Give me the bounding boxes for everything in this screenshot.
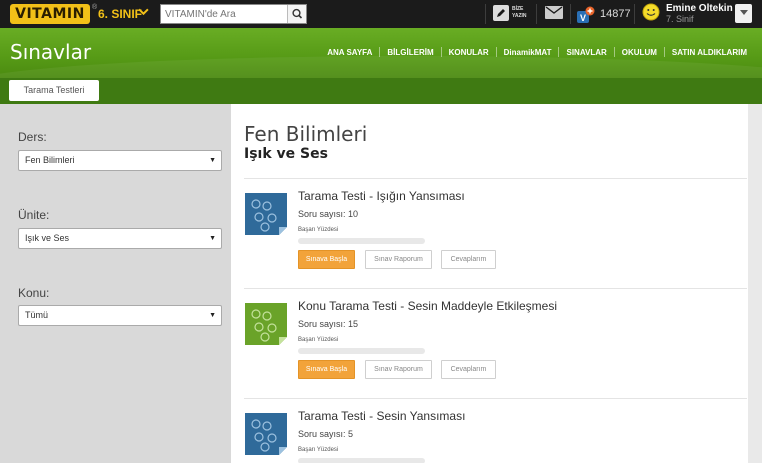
success-progress-bar — [298, 238, 425, 244]
search-input[interactable] — [161, 5, 288, 23]
success-label: Başarı Yüzdesi — [298, 447, 339, 453]
test-card: Tarama Testi - Işığın Yansıması Soru say… — [244, 186, 747, 286]
tab-bar: Tarama Testleri — [0, 78, 762, 104]
pencil-icon[interactable] — [493, 5, 509, 21]
subject-title: Fen Bilimleri — [244, 122, 368, 146]
topbar-divider — [485, 4, 486, 24]
konu-label: Konu: — [18, 286, 50, 300]
unit-title: Işık ve Ses — [244, 146, 328, 162]
question-count: Soru sayısı: 5 — [298, 429, 354, 439]
ders-label: Ders: — [18, 130, 47, 144]
konu-select[interactable]: Tümü ▼ — [18, 305, 222, 326]
top-bar: VITAMIN ® 6. SINIF BİZE YAZIN V 14877 — [0, 0, 762, 28]
page-gutter — [748, 104, 762, 463]
user-grade: 7. Sinif — [666, 14, 694, 24]
konu-select-value: Tümü — [25, 310, 49, 320]
test-sheet-icon — [245, 303, 287, 345]
success-progress-bar — [298, 348, 425, 354]
nav-item-dinamikmat[interactable]: DinamikMAT — [497, 48, 559, 57]
unite-label: Ünite: — [18, 208, 50, 222]
smiley-avatar-icon[interactable] — [642, 3, 660, 21]
exam-report-button[interactable]: Sınav Raporum — [365, 360, 432, 379]
test-title[interactable]: Tarama Testi - Sesin Yansıması — [298, 409, 465, 423]
mail-icon[interactable] — [545, 6, 563, 19]
search-button[interactable] — [287, 5, 306, 23]
test-sheet-icon — [245, 193, 287, 235]
nav-item-home[interactable]: ANA SAYFA — [320, 48, 379, 57]
main-nav: ANA SAYFA BİLGİLERİM KONULAR DinamikMAT … — [320, 47, 754, 57]
topbar-divider — [634, 4, 635, 24]
answers-button[interactable]: Cevaplarım — [441, 250, 496, 269]
ders-select[interactable]: Fen Bilimleri ▼ — [18, 150, 222, 171]
test-title[interactable]: Konu Tarama Testi - Sesin Maddeyle Etkil… — [298, 299, 557, 313]
test-sheet-icon — [245, 413, 287, 455]
vitamin-logo[interactable]: VITAMIN — [10, 4, 90, 24]
search-icon — [292, 8, 303, 19]
unite-select[interactable]: Işık ve Ses ▼ — [18, 228, 222, 249]
success-progress-bar — [298, 458, 425, 463]
divider — [244, 288, 747, 289]
unite-select-value: Işık ve Ses — [25, 233, 70, 243]
divider — [244, 398, 747, 399]
main-content: Fen Bilimleri Işık ve Ses Tarama Testi -… — [231, 104, 748, 463]
header-decoration — [0, 56, 762, 78]
points-icon: V — [577, 6, 595, 23]
filter-sidebar: Ders: Fen Bilimleri ▼ Ünite: Işık ve Ses… — [0, 104, 231, 463]
success-label: Başarı Yüzdesi — [298, 227, 339, 233]
nav-item-exams[interactable]: SINAVLAR — [559, 48, 613, 57]
caret-down-icon — [739, 10, 748, 15]
caret-down-icon: ▼ — [209, 312, 216, 319]
search-box — [160, 4, 307, 24]
tab-tarama-testleri[interactable]: Tarama Testleri — [9, 80, 99, 101]
registered-mark: ® — [92, 4, 98, 11]
topbar-divider — [570, 4, 571, 24]
topbar-divider — [536, 4, 537, 24]
caret-down-icon: ▼ — [209, 235, 216, 242]
points-count: 14877 — [600, 8, 631, 20]
nav-item-school[interactable]: OKULUM — [615, 48, 664, 57]
nav-item-profile[interactable]: BİLGİLERİM — [380, 48, 440, 57]
svg-text:V: V — [580, 13, 586, 23]
divider — [244, 178, 747, 179]
question-count: Soru sayısı: 15 — [298, 319, 359, 329]
test-card: Konu Tarama Testi - Sesin Maddeyle Etkil… — [244, 296, 747, 396]
ders-select-value: Fen Bilimleri — [25, 155, 75, 165]
nav-item-topics[interactable]: KONULAR — [442, 48, 496, 57]
chevron-down-icon[interactable] — [138, 6, 149, 20]
question-count: Soru sayısı: 10 — [298, 209, 359, 219]
caret-down-icon: ▼ — [209, 157, 216, 164]
write-to-us-link[interactable]: BİZE YAZIN — [512, 6, 532, 20]
exam-report-button[interactable]: Sınav Raporum — [365, 250, 432, 269]
success-label: Başarı Yüzdesi — [298, 337, 339, 343]
page-header: Sınavlar ANA SAYFA BİLGİLERİM KONULAR Di… — [0, 28, 762, 78]
answers-button[interactable]: Cevaplarım — [441, 360, 496, 379]
test-card: Tarama Testi - Sesin Yansıması Soru sayı… — [244, 406, 747, 463]
page-title: Sınavlar — [10, 40, 92, 64]
start-exam-button[interactable]: Sınava Başla — [298, 250, 355, 269]
test-title[interactable]: Tarama Testi - Işığın Yansıması — [298, 189, 465, 203]
user-name[interactable]: Emine Oltekin — [666, 3, 733, 14]
start-exam-button[interactable]: Sınava Başla — [298, 360, 355, 379]
nav-item-purchases[interactable]: SATIN ALDIKLARIM — [665, 48, 754, 57]
grade-selector[interactable]: 6. SINIF — [98, 7, 142, 21]
user-menu-dropdown[interactable] — [735, 4, 752, 23]
